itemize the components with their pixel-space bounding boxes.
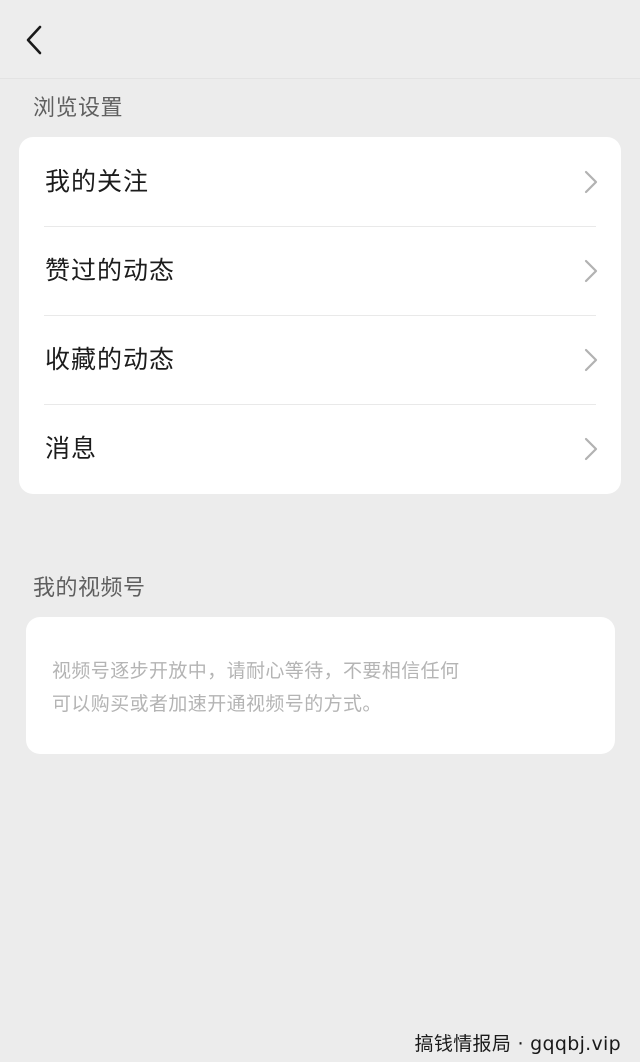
list-item-my-follows[interactable]: 我的关注 xyxy=(19,137,621,226)
list-item-label: 消息 xyxy=(45,434,98,463)
browse-settings-card: 我的关注 赞过的动态 收藏的动态 消息 xyxy=(19,137,621,494)
chevron-right-icon xyxy=(584,437,598,461)
chevron-right-icon xyxy=(584,170,598,194)
chevron-left-icon xyxy=(26,25,42,55)
back-button[interactable] xyxy=(14,20,54,60)
list-item-favorited-posts[interactable]: 收藏的动态 xyxy=(19,315,621,404)
my-channels-title: 我的视频号 xyxy=(33,576,146,601)
chevron-right-icon xyxy=(584,348,598,372)
list-item-label: 我的关注 xyxy=(45,167,150,196)
notice-line: 视频号逐步开放中，请耐心等待，不要相信任何 xyxy=(52,660,460,682)
notice-line: 可以购买或者加速开通视频号的方式。 xyxy=(52,693,382,715)
list-item-liked-posts[interactable]: 赞过的动态 xyxy=(19,226,621,315)
top-nav-bar xyxy=(0,0,640,79)
watermark: 搞钱情报局 · gqqbj.vip xyxy=(414,1033,621,1055)
chevron-right-icon xyxy=(584,259,598,283)
list-item-messages[interactable]: 消息 xyxy=(19,404,621,493)
channels-notice-card: 视频号逐步开放中，请耐心等待，不要相信任何 可以购买或者加速开通视频号的方式。 xyxy=(26,617,615,754)
list-item-label: 收藏的动态 xyxy=(45,345,176,374)
browse-settings-title: 浏览设置 xyxy=(33,96,124,121)
channels-notice-text: 视频号逐步开放中，请耐心等待，不要相信任何 可以购买或者加速开通视频号的方式。 xyxy=(52,655,542,721)
list-item-label: 赞过的动态 xyxy=(45,256,176,285)
